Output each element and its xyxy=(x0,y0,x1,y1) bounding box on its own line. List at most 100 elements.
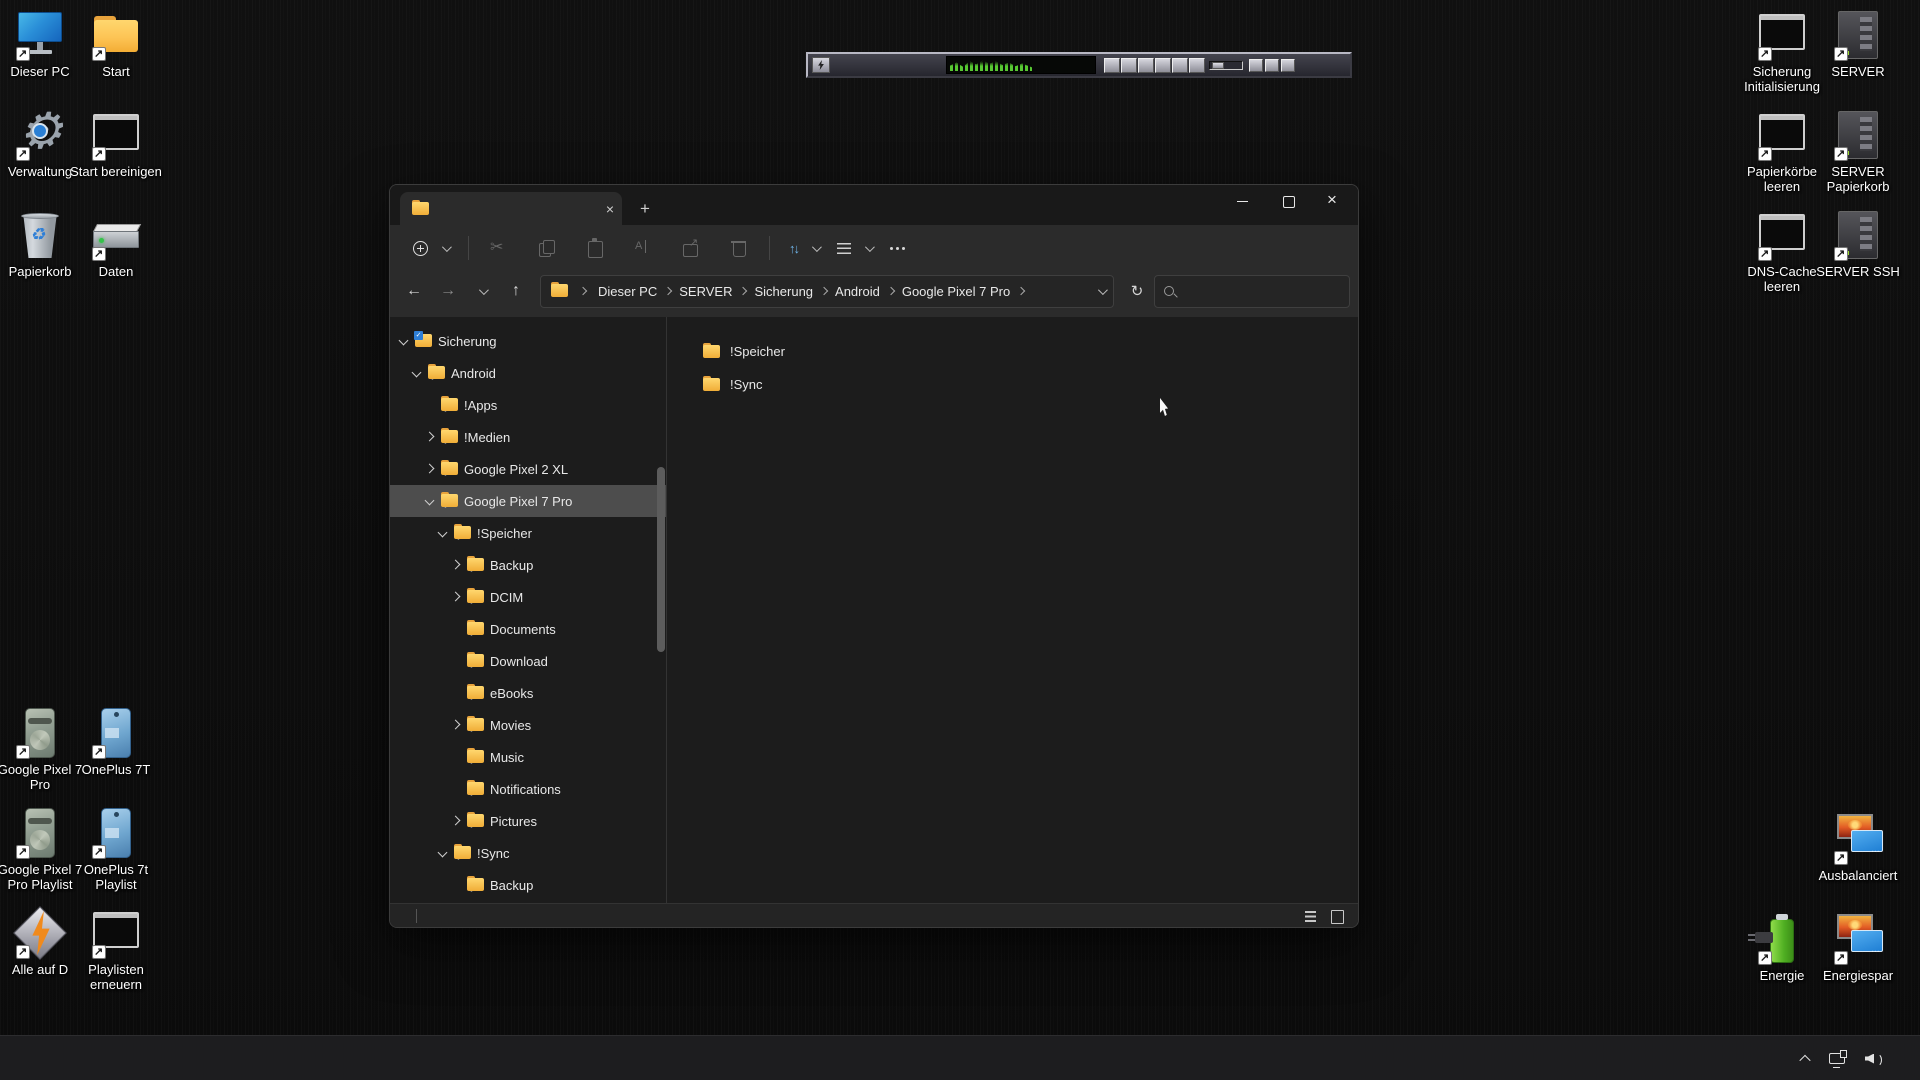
up-button[interactable]: ↑ xyxy=(500,275,532,307)
desktop-icon-energiespar[interactable]: Energiespar xyxy=(1820,912,1896,1012)
winamp-transport-button-play[interactable] xyxy=(1121,58,1137,73)
tree-item[interactable]: ✓ Notifications xyxy=(390,773,666,805)
tree-item[interactable]: ✓ !Apps xyxy=(390,389,666,421)
expander-icon[interactable] xyxy=(448,877,465,893)
winamp-transport-button-eject[interactable] xyxy=(1189,58,1205,73)
winamp-window-button-close[interactable] xyxy=(1281,59,1295,72)
breadcrumb-item[interactable]: Google Pixel 7 Pro xyxy=(896,281,1016,302)
desktop-icon-server[interactable]: SERVER xyxy=(1820,8,1896,108)
winamp-slider-knob[interactable] xyxy=(1212,62,1224,69)
expander-icon[interactable] xyxy=(422,461,439,477)
tree-item[interactable]: ✓ Music xyxy=(390,741,666,773)
breadcrumb-item[interactable]: SERVER xyxy=(673,281,738,302)
winamp-transport-button-stop[interactable] xyxy=(1155,58,1171,73)
expander-icon[interactable] xyxy=(448,717,465,733)
expander-icon[interactable] xyxy=(448,813,465,829)
winamp-transport-button-pause[interactable] xyxy=(1138,58,1154,73)
clock-button[interactable] xyxy=(1896,1041,1912,1077)
copy-icon[interactable] xyxy=(535,236,559,260)
tree-item[interactable]: ✓ eBooks xyxy=(390,677,666,709)
sort-button[interactable]: ↑↓ xyxy=(780,235,828,262)
desktop-icon-oneplus-7t-playlist[interactable]: OnePlus 7t Playlist xyxy=(78,806,154,906)
tree-item[interactable]: ✓ DCIM xyxy=(390,581,666,613)
tree-scrollbar-thumb[interactable] xyxy=(657,467,665,652)
breadcrumb-item[interactable]: Android xyxy=(829,281,886,302)
desktop-icon-start[interactable]: Start xyxy=(78,8,154,108)
expander-icon[interactable] xyxy=(422,397,439,413)
expander-icon[interactable] xyxy=(435,845,452,861)
expander-icon[interactable] xyxy=(448,621,465,637)
expander-icon[interactable] xyxy=(448,653,465,669)
share-icon[interactable] xyxy=(679,236,703,260)
tree-item[interactable]: ✓ Google Pixel 2 XL xyxy=(390,453,666,485)
forward-button[interactable]: → xyxy=(432,275,464,307)
search-box[interactable] xyxy=(1154,275,1350,308)
refresh-button[interactable]: ↻ xyxy=(1122,276,1152,306)
desktop-icon-start-bereinigen[interactable]: Start bereinigen xyxy=(78,108,154,208)
cut-icon[interactable] xyxy=(487,236,511,260)
new-tab-button[interactable]: + xyxy=(640,199,650,219)
tree-item[interactable]: ✓ Pictures xyxy=(390,805,666,837)
breadcrumb-item[interactable]: Dieser PC xyxy=(592,281,663,302)
tree-item[interactable]: ✓ Download xyxy=(390,645,666,677)
expander-icon[interactable] xyxy=(448,749,465,765)
minimize-button[interactable] xyxy=(1220,185,1266,219)
volume-tray-button[interactable] xyxy=(1858,1041,1890,1077)
rename-icon[interactable] xyxy=(631,236,655,260)
expander-icon[interactable] xyxy=(448,781,465,797)
new-button[interactable] xyxy=(404,235,458,262)
winamp-volume-slider[interactable] xyxy=(1209,61,1243,70)
recent-locations-button[interactable] xyxy=(466,275,498,307)
delete-icon[interactable] xyxy=(727,236,751,260)
expander-icon[interactable] xyxy=(396,333,413,349)
explorer-tab[interactable]: × xyxy=(400,192,622,225)
tree-item[interactable]: ✓ Backup xyxy=(390,549,666,581)
desktop-icon-dns-cache-leeren[interactable]: DNS-Cache leeren xyxy=(1744,208,1820,308)
search-input[interactable] xyxy=(1182,284,1343,298)
tree-item[interactable]: ✓ !Sync xyxy=(390,837,666,869)
tree-item[interactable]: ✓ Backup xyxy=(390,869,666,901)
expander-icon[interactable] xyxy=(448,589,465,605)
winamp-window-button-minimize[interactable] xyxy=(1265,59,1279,72)
desktop-icon-papierkorb[interactable]: Papierkorb xyxy=(2,208,78,308)
tree-item[interactable]: ✓ Documents xyxy=(390,613,666,645)
hidden-icons-button[interactable] xyxy=(1794,1041,1816,1077)
address-bar[interactable]: Dieser PC SERVER Sicherung Android xyxy=(540,275,1114,308)
network-tray-button[interactable] xyxy=(1822,1041,1852,1077)
desktop-icon-server-ssh[interactable]: SERVER SSH xyxy=(1820,208,1896,308)
large-icons-view-icon[interactable] xyxy=(1328,907,1346,925)
breadcrumb-item[interactable]: Sicherung xyxy=(748,281,819,302)
desktop-icon-dieser-pc[interactable]: Dieser PC xyxy=(2,8,78,108)
tree-item[interactable]: ✓ Google Pixel 7 Pro xyxy=(390,485,666,517)
desktop-icon-oneplus-7t[interactable]: OnePlus 7T xyxy=(78,706,154,806)
winamp-transport-button-next[interactable] xyxy=(1172,58,1188,73)
winamp-transport-button-previous[interactable] xyxy=(1104,58,1120,73)
expander-icon[interactable] xyxy=(409,365,426,381)
file-item-!Speicher[interactable]: !Speicher xyxy=(701,335,795,368)
address-dropdown-icon[interactable] xyxy=(1098,285,1108,295)
desktop-icon-ausbalanciert[interactable]: Ausbalanciert xyxy=(1820,812,1896,912)
tree-item[interactable]: ✓ Sicherung xyxy=(390,325,666,357)
tab-close-icon[interactable]: × xyxy=(606,202,614,216)
file-item-!Sync[interactable]: !Sync xyxy=(701,368,773,401)
back-button[interactable]: ← xyxy=(398,275,430,307)
tree-item[interactable]: ✓ Android xyxy=(390,357,666,389)
winamp-window-button-shade-toggle[interactable] xyxy=(1249,59,1263,72)
tree-item[interactable]: ✓ !Medien xyxy=(390,421,666,453)
desktop-icon-daten[interactable]: Daten xyxy=(78,208,154,308)
tree-item[interactable]: ✓ !Speicher xyxy=(390,517,666,549)
close-button[interactable] xyxy=(1312,185,1358,219)
desktop-icon-energie[interactable]: Energie xyxy=(1744,912,1820,1012)
more-options-button[interactable] xyxy=(881,240,915,256)
expander-icon[interactable] xyxy=(435,525,452,541)
winamp-shade-bar[interactable] xyxy=(806,52,1352,78)
expander-icon[interactable] xyxy=(448,557,465,573)
details-view-icon[interactable] xyxy=(1302,907,1320,925)
desktop-icon-verwaltung[interactable]: Verwaltung xyxy=(2,108,78,208)
expander-icon[interactable] xyxy=(448,685,465,701)
tree-item[interactable]: ✓ Movies xyxy=(390,709,666,741)
view-button[interactable] xyxy=(828,237,881,260)
desktop-icon-sicherung-initialisierung[interactable]: Sicherung Initialisierung xyxy=(1744,8,1820,108)
desktop-icon-google-pixel-7-pro[interactable]: Google Pixel 7 Pro xyxy=(2,706,78,806)
expander-icon[interactable] xyxy=(422,493,439,509)
